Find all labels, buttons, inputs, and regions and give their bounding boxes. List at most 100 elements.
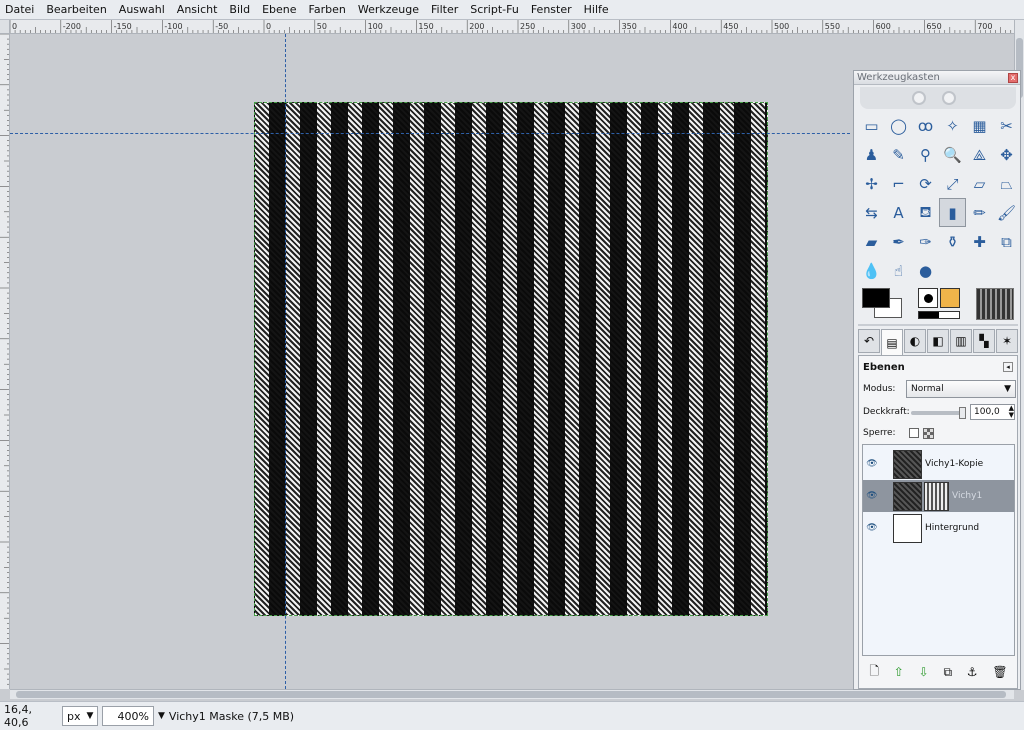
lower-layer-icon[interactable]: ⇩	[919, 665, 929, 679]
eraser-icon[interactable]: ▰	[858, 227, 885, 256]
opacity-slider-knob[interactable]	[959, 407, 966, 419]
fuzzy-select-icon[interactable]: ✧	[939, 111, 966, 140]
lock-alpha-icon	[923, 428, 934, 439]
color-picker-icon[interactable]: ⚲	[912, 140, 939, 169]
dodge-burn-icon[interactable]: ●	[912, 256, 939, 285]
new-layer-icon[interactable]: 🗋	[869, 662, 879, 683]
scissors-icon[interactable]: ✂	[993, 111, 1020, 140]
opacity-slider[interactable]	[911, 407, 966, 419]
eye-icon[interactable]: 👁	[863, 491, 881, 501]
color-select-icon[interactable]: ▦	[966, 111, 993, 140]
crop-icon[interactable]: ⌐	[885, 169, 912, 198]
menu-hilfe[interactable]: Hilfe	[579, 3, 616, 16]
paintbrush-icon[interactable]: 🖌	[993, 198, 1020, 227]
zoom-select[interactable]: 400%	[102, 706, 154, 726]
menu-datei[interactable]: Datei	[0, 3, 41, 16]
gradients-tab-icon[interactable]: ▥	[950, 329, 972, 353]
anchor-layer-icon[interactable]: ⚓	[967, 665, 978, 679]
panel-menu-icon[interactable]: ◂	[1003, 362, 1013, 372]
layer-row[interactable]: 👁 Vichy1	[863, 480, 1014, 512]
raise-layer-icon[interactable]: ⇧	[894, 665, 904, 679]
spin-arrows-icon[interactable]: ▲ ▼	[1009, 405, 1014, 419]
ruler-label: 0	[266, 22, 271, 31]
statusbar: 16,4, 40,6 px ▼ 400% ▼ Vichy1 Maske (7,5…	[0, 701, 1024, 730]
menu-auswahl[interactable]: Auswahl	[114, 3, 172, 16]
image-canvas[interactable]	[254, 102, 768, 616]
menu-bearbeiten[interactable]: Bearbeiten	[41, 3, 113, 16]
toolbox-titlebar[interactable]: Werkzeugkasten x	[854, 71, 1020, 85]
layer-thumbnail	[893, 513, 922, 543]
active-image-preview[interactable]	[976, 288, 1014, 320]
shear-icon[interactable]: ▱	[966, 169, 993, 198]
unit-select[interactable]: px ▼	[62, 706, 98, 726]
horizontal-scrollbar[interactable]	[10, 689, 1014, 699]
vertical-ruler[interactable]	[0, 34, 10, 689]
perspective-icon[interactable]: ⏢	[993, 169, 1020, 198]
mode-select[interactable]: Normal ▼	[906, 380, 1016, 398]
blend-icon[interactable]: ▮	[939, 198, 966, 227]
zoom-dropdown-arrow-icon[interactable]: ▼	[158, 711, 165, 721]
undo-history-icon[interactable]: ↶	[858, 329, 880, 353]
menu-farben[interactable]: Farben	[304, 3, 353, 16]
flip-icon[interactable]: ⇆	[858, 198, 885, 227]
scale-icon[interactable]: ⤢	[939, 169, 966, 198]
menu-filter[interactable]: Filter	[426, 3, 465, 16]
ruler-corner[interactable]	[0, 20, 10, 34]
ruler-label: 700	[977, 22, 992, 31]
brush-preview[interactable]	[918, 288, 938, 308]
horizontal-guide[interactable]	[10, 133, 850, 134]
paths-tab-icon[interactable]: ◧	[927, 329, 949, 353]
fonts-tab-icon[interactable]: ✶	[996, 329, 1018, 353]
palettes-tab-icon[interactable]: ▚	[973, 329, 995, 353]
paths-icon[interactable]: ✎	[885, 140, 912, 169]
ruler-label: -200	[63, 22, 81, 31]
menu-fenster[interactable]: Fenster	[526, 3, 579, 16]
move-icon[interactable]: ✥	[993, 140, 1020, 169]
opacity-spinbutton[interactable]: 100,0 ▲ ▼	[970, 404, 1015, 420]
menu-ansicht[interactable]: Ansicht	[172, 3, 225, 16]
pencil-icon[interactable]: ✏	[966, 198, 993, 227]
menu-bild[interactable]: Bild	[224, 3, 257, 16]
ink-icon[interactable]: ✑	[912, 227, 939, 256]
vertical-guide[interactable]	[285, 34, 286, 689]
perspective-clone-icon[interactable]: ⧉	[993, 227, 1020, 256]
pattern-preview[interactable]	[940, 288, 960, 308]
layer-list[interactable]: 👁 Vichy1-Kopie 👁 Vichy1 👁 Hintergrund	[862, 444, 1015, 656]
eye-icon[interactable]: 👁	[863, 459, 881, 469]
opacity-label: Deckkraft:	[863, 407, 910, 417]
foreground-color[interactable]	[862, 288, 890, 308]
layers-tab-icon[interactable]: ▤	[881, 329, 903, 355]
layer-name: Vichy1-Kopie	[925, 459, 984, 469]
rect-select-icon[interactable]: ▭	[858, 111, 885, 140]
horizontal-ruler[interactable]: 0 -200 -150 -100 -50 0 50 100 150 200 250 300 350 400…	[10, 20, 1014, 34]
text-icon[interactable]: A	[885, 198, 912, 227]
clone-icon[interactable]: ⚱	[939, 227, 966, 256]
layer-mask-thumbnail[interactable]	[924, 481, 949, 511]
menu-ebene[interactable]: Ebene	[257, 3, 303, 16]
lock-pixels-checkbox[interactable]	[909, 428, 919, 438]
align-icon[interactable]: ✢	[858, 169, 885, 198]
layer-row[interactable]: 👁 Hintergrund	[863, 512, 1014, 544]
zoom-icon[interactable]: 🔍	[939, 140, 966, 169]
measure-icon[interactable]: ⟁	[966, 140, 993, 169]
close-icon[interactable]: x	[1008, 72, 1018, 83]
menu-werkzeuge[interactable]: Werkzeuge	[353, 3, 426, 16]
gradient-preview[interactable]	[918, 311, 960, 319]
free-select-icon[interactable]: ꝏ	[912, 111, 939, 140]
horizontal-scroll-thumb[interactable]	[16, 691, 1006, 698]
menu-script-fu[interactable]: Script-Fu	[465, 3, 526, 16]
smudge-icon[interactable]: ☝	[885, 256, 912, 285]
foreground-select-icon[interactable]: ♟	[858, 140, 885, 169]
eye-icon[interactable]: 👁	[863, 523, 881, 533]
airbrush-icon[interactable]: ✒	[885, 227, 912, 256]
duplicate-layer-icon[interactable]: ⧉	[943, 665, 952, 680]
wilber-drop-area[interactable]	[860, 87, 1016, 109]
blur-icon[interactable]: 💧	[858, 256, 885, 285]
channels-tab-icon[interactable]: ◐	[904, 329, 926, 353]
heal-icon[interactable]: ✚	[966, 227, 993, 256]
ellipse-select-icon[interactable]: ◯	[885, 111, 912, 140]
bucket-fill-icon[interactable]: ⛾	[912, 198, 939, 227]
layer-row[interactable]: 👁 Vichy1-Kopie	[863, 448, 1014, 480]
delete-layer-icon[interactable]: 🗑	[992, 665, 1007, 679]
rotate-icon[interactable]: ⟳	[912, 169, 939, 198]
